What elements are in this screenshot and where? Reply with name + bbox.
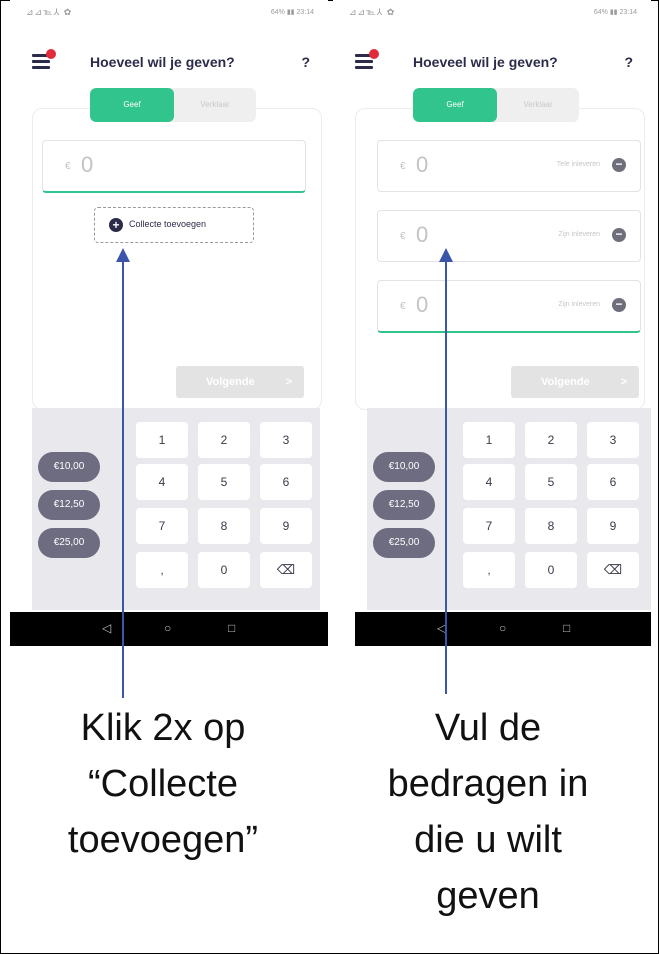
keypad: €10,00 €12,50 €25,00 1 2 3 4 5 6 7 8 9 ,… [32, 408, 320, 610]
add-collecte-button[interactable]: + Collecte toevoegen [94, 207, 254, 243]
key-1[interactable]: 1 [463, 422, 515, 458]
help-button[interactable]: ? [301, 54, 310, 70]
keypad: €10,00 €12,50 €25,00 1 2 3 4 5 6 7 8 9 ,… [367, 408, 651, 610]
menu-icon[interactable] [355, 49, 379, 70]
remove-label: Zijn inleveren [558, 301, 600, 308]
remove-icon[interactable]: − [612, 298, 626, 312]
key-6[interactable]: 6 [587, 464, 639, 500]
notification-dot [369, 49, 379, 59]
remove-icon[interactable]: − [612, 158, 626, 172]
key-0[interactable]: 0 [525, 552, 577, 588]
recent-apps-icon[interactable]: □ [563, 621, 570, 635]
next-label: Volgende [206, 376, 255, 388]
key-0[interactable]: 0 [198, 552, 250, 588]
status-bar: ⊿⊿℡⅄ ✿ 64% ▮▮ 23:14 [333, 0, 651, 26]
preset-button[interactable]: €10,00 [373, 452, 435, 482]
amount-input[interactable]: € 0 Tele inleveren − [377, 140, 641, 192]
recent-apps-icon[interactable]: □ [228, 621, 235, 635]
tab-geef[interactable]: Geef [413, 88, 497, 122]
key-2[interactable]: 2 [198, 422, 250, 458]
amount-input[interactable]: € 0 Zijn inleveren − [377, 280, 641, 333]
key-4[interactable]: 4 [463, 464, 515, 500]
battery-clock: 64% ▮▮ 23:14 [593, 9, 637, 16]
phone-screen-right: ⊿⊿℡⅄ ✿ 64% ▮▮ 23:14 Hoeveel wil je geven… [333, 0, 651, 646]
key-8[interactable]: 8 [525, 508, 577, 544]
key-8[interactable]: 8 [198, 508, 250, 544]
key-7[interactable]: 7 [463, 508, 515, 544]
preset-button[interactable]: €12,50 [38, 490, 100, 520]
home-icon[interactable]: ○ [164, 621, 171, 635]
key-3[interactable]: 3 [260, 422, 312, 458]
key-6[interactable]: 6 [260, 464, 312, 500]
preset-button[interactable]: €25,00 [38, 528, 100, 558]
mode-toggle: Geef Verklaar [413, 88, 579, 122]
next-button[interactable]: Volgende > [511, 366, 639, 398]
key-4[interactable]: 4 [136, 464, 188, 500]
backspace-icon[interactable]: ⌫ [587, 552, 639, 588]
tab-geef[interactable]: Geef [90, 88, 174, 122]
help-button[interactable]: ? [624, 54, 633, 70]
key-5[interactable]: 5 [525, 464, 577, 500]
menu-icon[interactable] [32, 49, 56, 70]
amount-input[interactable]: € 0 Zijn inleveren − [377, 210, 641, 262]
key-comma[interactable]: , [463, 552, 515, 588]
key-3[interactable]: 3 [587, 422, 639, 458]
key-2[interactable]: 2 [525, 422, 577, 458]
remove-icon[interactable]: − [612, 228, 626, 242]
currency-symbol: € [400, 301, 406, 312]
amount-value: 0 [81, 152, 94, 177]
currency-symbol: € [65, 161, 71, 172]
arrow-up-icon [439, 248, 453, 262]
key-5[interactable]: 5 [198, 464, 250, 500]
amount-input[interactable]: € 0 [42, 140, 306, 193]
preset-button[interactable]: €10,00 [38, 452, 100, 482]
android-navbar: ◁ ○ □ [10, 612, 328, 646]
battery-clock: 64% ▮▮ 23:14 [270, 9, 314, 16]
add-collecte-label: Collecte toevoegen [129, 219, 207, 229]
key-1[interactable]: 1 [136, 422, 188, 458]
back-icon[interactable]: ◁ [102, 621, 111, 635]
app-header: Hoeveel wil je geven? ? [10, 44, 328, 78]
key-7[interactable]: 7 [136, 508, 188, 544]
android-navbar: ◁ ○ □ [355, 612, 651, 646]
tab-verklaar[interactable]: Verklaar [497, 88, 579, 122]
signal-icons: ⊿⊿℡⅄ ✿ [349, 7, 396, 17]
caption-left: Klik 2x op “Collecte toevoegen” [67, 707, 259, 861]
key-9[interactable]: 9 [587, 508, 639, 544]
page-title: Hoeveel wil je geven? [90, 54, 235, 70]
mode-toggle: Geef Verklaar [90, 88, 256, 122]
amount-value: 0 [416, 292, 429, 317]
page-title: Hoeveel wil je geven? [413, 54, 558, 70]
amount-value: 0 [416, 152, 429, 177]
arrow-line-left [122, 258, 124, 698]
chevron-right-icon: > [620, 376, 627, 388]
next-button[interactable]: Volgende > [176, 366, 304, 398]
arrow-up-icon [116, 248, 130, 262]
plus-icon: + [109, 218, 123, 232]
key-9[interactable]: 9 [260, 508, 312, 544]
amount-value: 0 [416, 222, 429, 247]
signal-icons: ⊿⊿℡⅄ ✿ [26, 7, 73, 17]
currency-symbol: € [400, 161, 406, 172]
remove-label: Tele inleveren [556, 161, 600, 168]
preset-button[interactable]: €12,50 [373, 490, 435, 520]
tab-verklaar[interactable]: Verklaar [174, 88, 256, 122]
remove-label: Zijn inleveren [558, 231, 600, 238]
arrow-line-right [445, 258, 447, 694]
backspace-icon[interactable]: ⌫ [260, 552, 312, 588]
preset-button[interactable]: €25,00 [373, 528, 435, 558]
status-bar: ⊿⊿℡⅄ ✿ 64% ▮▮ 23:14 [10, 0, 328, 26]
currency-symbol: € [400, 231, 406, 242]
home-icon[interactable]: ○ [499, 621, 506, 635]
next-label: Volgende [541, 376, 590, 388]
phone-screen-left: ⊿⊿℡⅄ ✿ 64% ▮▮ 23:14 Hoeveel wil je geven… [10, 0, 328, 646]
caption-right: Vul de bedragen in die u wilt geven [387, 707, 589, 917]
chevron-right-icon: > [285, 376, 292, 388]
notification-dot [46, 49, 56, 59]
key-comma[interactable]: , [136, 552, 188, 588]
app-header: Hoeveel wil je geven? ? [333, 44, 651, 78]
